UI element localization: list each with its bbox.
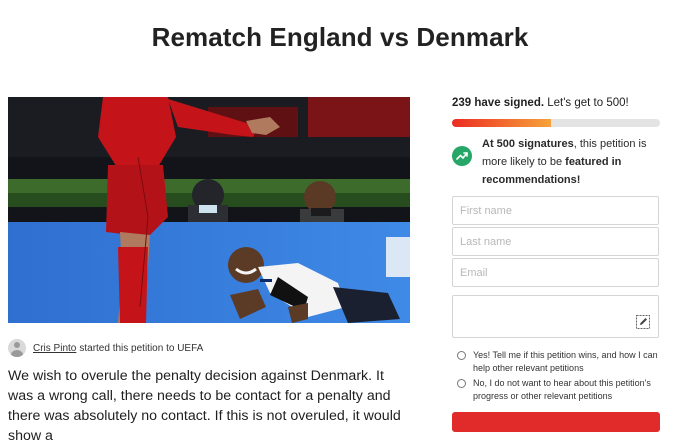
petition-starter: Cris Pinto started this petition to UEFA — [8, 337, 410, 359]
last-name-field[interactable] — [452, 227, 659, 256]
starter-name-link[interactable]: Cris Pinto — [33, 343, 76, 354]
trending-up-icon — [452, 146, 472, 166]
starter-action-text: started this petition to UEFA — [79, 342, 204, 354]
sign-petition-button[interactable] — [452, 412, 660, 432]
opt-in-no-label: No, I do not want to hear about this pet… — [473, 378, 651, 401]
pencil-icon — [636, 315, 650, 329]
comment-field[interactable] — [452, 295, 659, 338]
sign-panel: 239 have signed. Let's get to 500! At 50… — [452, 97, 662, 189]
opt-in-no-radio[interactable] — [457, 379, 466, 388]
page-title: Rematch England vs Denmark — [151, 22, 529, 52]
milestone-text: At 500 signatures, this petition is more… — [482, 135, 662, 189]
avatar — [8, 339, 26, 357]
petition-description: We wish to overule the penalty decision … — [8, 366, 413, 446]
signed-count-text: 239 have signed. — [452, 97, 545, 109]
petition-image — [8, 97, 410, 323]
milestone-bold-1: At 500 signatures — [482, 138, 574, 150]
opt-in-yes-label: Yes! Tell me if this petition wins, and … — [473, 350, 658, 373]
opt-in-no-option[interactable]: No, I do not want to hear about this pet… — [457, 377, 667, 403]
signature-progress-bar — [452, 119, 660, 127]
first-name-field[interactable] — [452, 196, 659, 225]
opt-in-yes-radio[interactable] — [457, 351, 466, 360]
opt-in-yes-option[interactable]: Yes! Tell me if this petition wins, and … — [457, 349, 667, 375]
progress-fill — [452, 119, 552, 127]
description-text: We wish to overule the penalty decision … — [8, 368, 401, 444]
signature-goal-text: Let's get to 500! — [547, 97, 629, 109]
milestone-callout: At 500 signatures, this petition is more… — [452, 135, 662, 189]
email-field[interactable] — [452, 258, 659, 287]
signature-count: 239 have signed. Let's get to 500! — [452, 97, 662, 111]
